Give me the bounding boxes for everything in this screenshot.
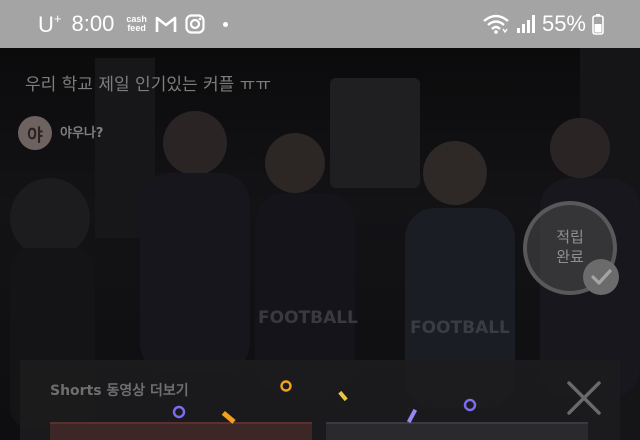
cashfeed-icon: cash feed bbox=[126, 15, 147, 33]
shorts-more-label: Shorts 동영상 더보기 bbox=[50, 383, 189, 399]
cashfeed-line-2: feed bbox=[127, 23, 146, 33]
status-bar-right: 55% bbox=[482, 0, 604, 48]
reward-complete-badge[interactable]: 적립 완료 bbox=[523, 201, 619, 295]
jersey-lettering-1: FOOTBALL bbox=[258, 308, 358, 328]
jersey-lettering-2: FOOTBALL bbox=[410, 318, 510, 338]
close-button[interactable] bbox=[562, 376, 606, 420]
channel-name[interactable]: 야우나? bbox=[60, 122, 103, 141]
battery-percent: 55% bbox=[541, 11, 586, 36]
carrier-label: U+ bbox=[38, 10, 62, 37]
battery-icon bbox=[592, 14, 604, 35]
wifi-icon bbox=[483, 14, 509, 34]
check-icon bbox=[583, 259, 619, 295]
shorts-more-panel: Shorts 동영상 더보기 bbox=[20, 360, 620, 440]
gmail-icon bbox=[155, 16, 177, 32]
status-bar: U+ 8:00 cash feed 55% bbox=[0, 0, 640, 48]
video-title: 우리 학교 제일 인기있는 커플 ㅠㅠ bbox=[25, 75, 271, 95]
instagram-icon bbox=[185, 14, 205, 34]
video-player[interactable]: FOOTBALL FOOTBALL 우리 학교 제일 인기있는 커플 ㅠㅠ 야 … bbox=[0, 48, 640, 440]
signal-icon bbox=[516, 15, 535, 33]
channel-avatar[interactable]: 야 bbox=[18, 116, 52, 150]
status-bar-left: U+ 8:00 cash feed bbox=[38, 0, 228, 48]
shorts-thumbnail[interactable] bbox=[50, 422, 312, 440]
notification-dot bbox=[222, 21, 228, 27]
close-icon bbox=[567, 381, 601, 415]
shorts-thumbnail[interactable] bbox=[326, 422, 588, 440]
clock: 8:00 bbox=[71, 11, 115, 36]
